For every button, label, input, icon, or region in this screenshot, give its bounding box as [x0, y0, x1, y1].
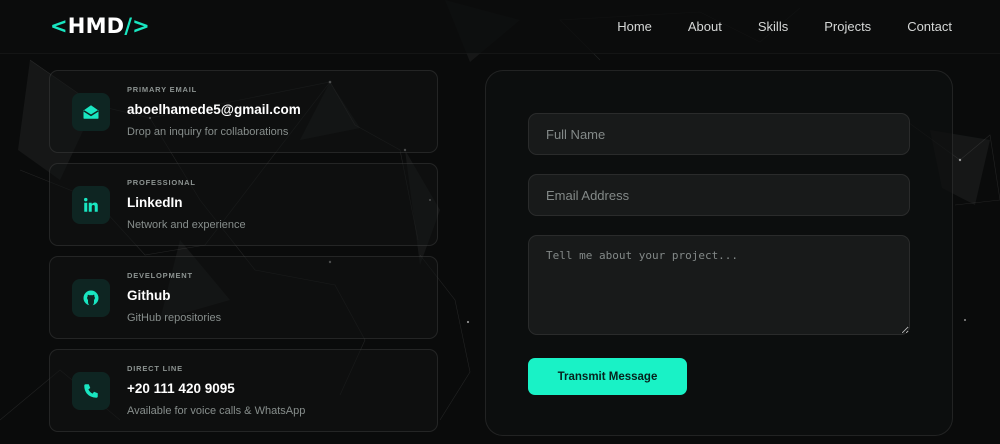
contact-card-phone[interactable]: DIRECT LINE +20 111 420 9095 Available f…	[49, 349, 438, 432]
linkedin-icon	[72, 186, 110, 224]
card-description: GitHub repositories	[127, 312, 222, 324]
nav-link-about[interactable]: About	[688, 19, 722, 34]
card-description: Drop an inquiry for collaborations	[127, 126, 289, 138]
nav-link-projects[interactable]: Projects	[824, 19, 871, 34]
card-description: Available for voice calls & WhatsApp	[127, 405, 306, 417]
logo-close-bracket: />	[124, 14, 150, 38]
full-name-input[interactable]	[528, 113, 910, 155]
navbar: <HMD/> Home About Skills Projects Contac…	[0, 0, 1000, 54]
contact-card-github[interactable]: DEVELOPMENT Github GitHub repositories	[49, 256, 438, 339]
mail-open-icon	[72, 93, 110, 131]
contact-card-email[interactable]: PRIMARY EMAIL aboelhamede5@gmail.com Dro…	[49, 70, 438, 153]
email-address-input[interactable]	[528, 174, 910, 216]
contact-cards: PRIMARY EMAIL aboelhamede5@gmail.com Dro…	[49, 70, 438, 442]
github-icon	[72, 279, 110, 317]
card-tag: DIRECT LINE	[127, 364, 183, 373]
logo-text: HMD	[67, 14, 125, 38]
contact-form: Transmit Message	[485, 70, 953, 436]
github-link[interactable]: Github	[127, 288, 171, 303]
transmit-message-button[interactable]: Transmit Message	[528, 358, 687, 395]
site-logo[interactable]: <HMD/>	[50, 14, 150, 38]
phone-number[interactable]: +20 111 420 9095	[127, 381, 235, 396]
nav-links: Home About Skills Projects Contact	[617, 19, 952, 34]
phone-icon	[72, 372, 110, 410]
nav-link-skills[interactable]: Skills	[758, 19, 788, 34]
nav-link-contact[interactable]: Contact	[907, 19, 952, 34]
contact-card-linkedin[interactable]: PROFESSIONAL LinkedIn Network and experi…	[49, 163, 438, 246]
card-description: Network and experience	[127, 219, 246, 231]
card-tag: PROFESSIONAL	[127, 178, 196, 187]
project-message-textarea[interactable]	[528, 235, 910, 335]
nav-link-home[interactable]: Home	[617, 19, 652, 34]
card-tag: DEVELOPMENT	[127, 271, 193, 280]
logo-open-bracket: <	[50, 14, 68, 38]
card-tag: PRIMARY EMAIL	[127, 85, 197, 94]
email-address[interactable]: aboelhamede5@gmail.com	[127, 102, 301, 117]
linkedin-link[interactable]: LinkedIn	[127, 195, 183, 210]
